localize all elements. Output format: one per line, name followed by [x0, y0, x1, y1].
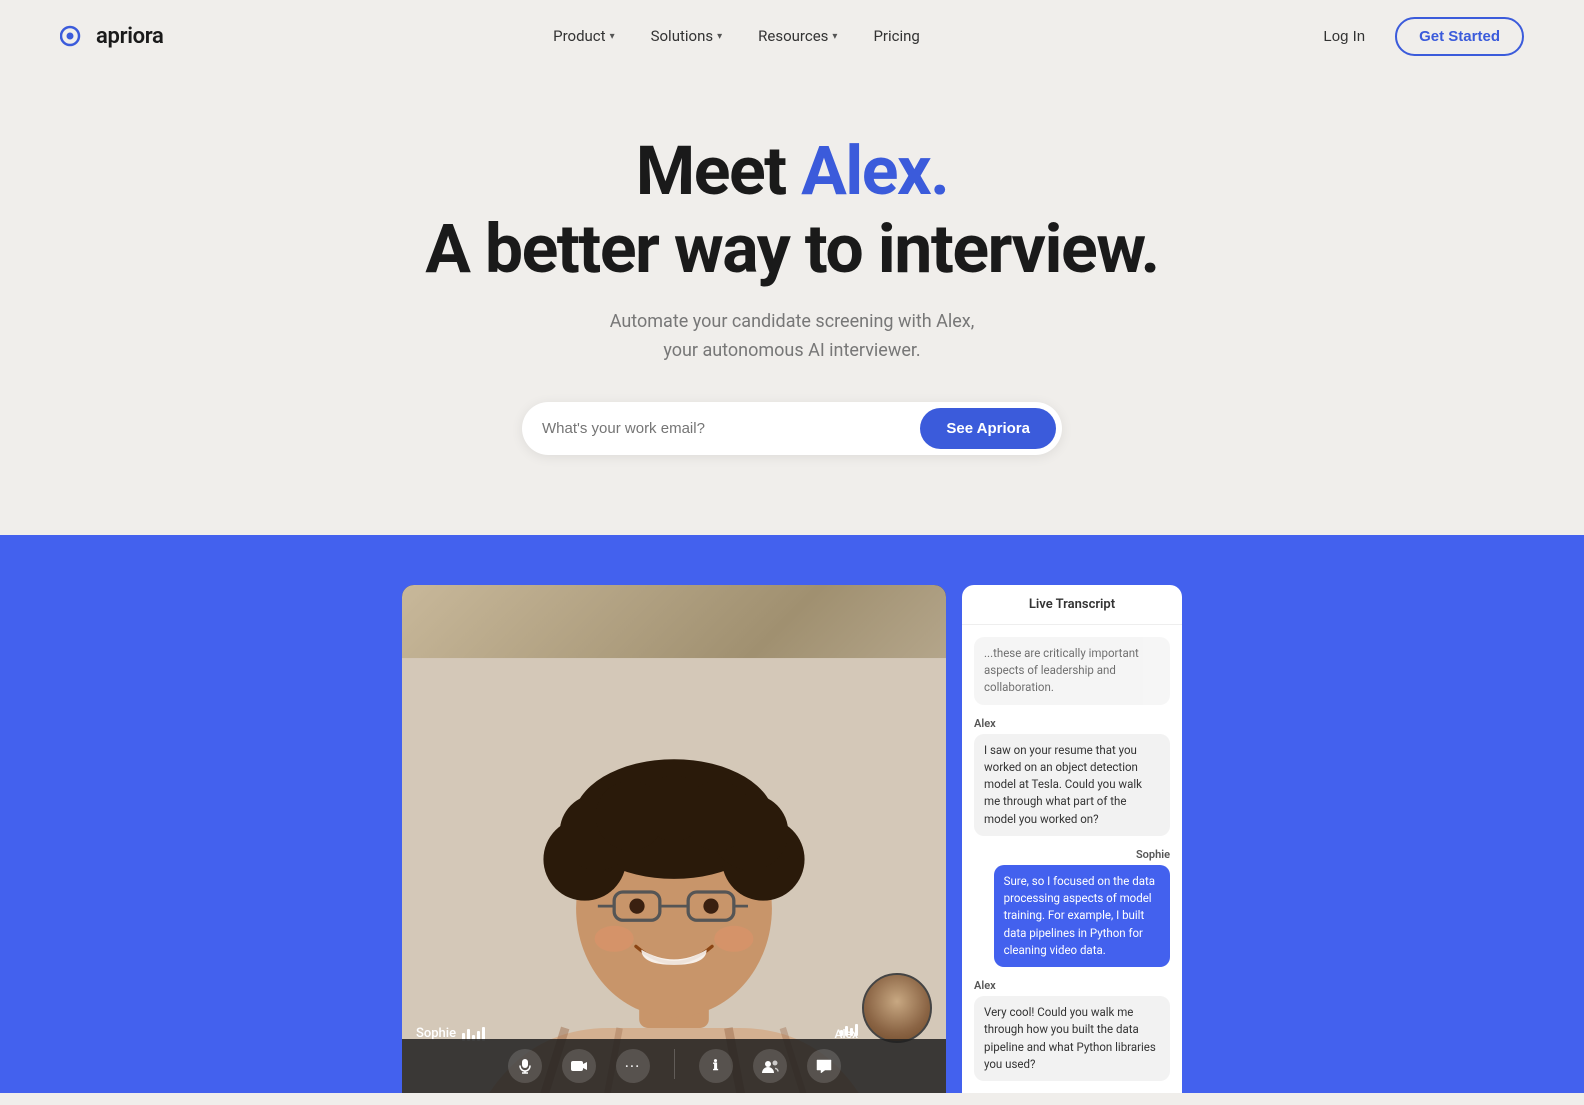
pip-video-alex	[862, 973, 932, 1043]
ai-audio-indicator	[840, 1024, 858, 1036]
nav-actions: Log In Get Started	[1309, 17, 1524, 56]
navbar: apriora Product ▾ Solutions ▾ Resources …	[0, 0, 1584, 72]
nav-product[interactable]: Product ▾	[539, 19, 628, 53]
mic-icon	[517, 1058, 533, 1074]
camera-button[interactable]	[562, 1049, 596, 1083]
hero-cta: See Apriora	[20, 402, 1564, 455]
nav-resources[interactable]: Resources ▾	[744, 19, 851, 53]
transcript-body: ...these are critically important aspect…	[962, 625, 1182, 1093]
hero-description: Automate your candidate screening with A…	[20, 308, 1564, 366]
chevron-down-icon: ▾	[717, 31, 722, 42]
mic-button[interactable]	[508, 1049, 542, 1083]
login-button[interactable]: Log In	[1309, 20, 1379, 53]
info-icon: ℹ	[713, 1058, 718, 1074]
video-controls: ··· ℹ	[402, 1039, 946, 1093]
demo-container: Sophie Alex	[402, 585, 1182, 1093]
transcript-header: Live Transcript	[962, 585, 1182, 625]
chat-button[interactable]	[807, 1049, 841, 1083]
participants-button[interactable]	[753, 1049, 787, 1083]
nav-solutions[interactable]: Solutions ▾	[637, 19, 737, 53]
nav-links: Product ▾ Solutions ▾ Resources ▾ Pricin…	[539, 19, 934, 53]
see-apriora-button[interactable]: See Apriora	[920, 408, 1056, 449]
msg-bubble-alex-1: I saw on your resume that you worked on …	[974, 734, 1170, 836]
video-panel: Sophie Alex	[402, 585, 946, 1093]
hero-section: Meet Alex. A better way to interview. Au…	[0, 72, 1584, 495]
sender-label-alex: Alex	[974, 717, 1170, 730]
logo-link[interactable]: apriora	[60, 22, 164, 50]
sender-label-alex-2: Alex	[974, 979, 1170, 992]
chevron-down-icon: ▾	[832, 31, 837, 42]
info-button[interactable]: ℹ	[699, 1049, 733, 1083]
more-icon: ···	[625, 1057, 641, 1076]
demo-section: Sophie Alex	[0, 535, 1584, 1093]
ai-avatar	[864, 975, 930, 1041]
more-options-button[interactable]: ···	[616, 1049, 650, 1083]
divider	[674, 1049, 675, 1079]
message-sophie: Sophie Sure, so I focused on the data pr…	[974, 848, 1170, 967]
message-alex-1: Alex I saw on your resume that you worke…	[974, 717, 1170, 836]
nav-pricing[interactable]: Pricing	[859, 19, 933, 53]
email-form: See Apriora	[522, 402, 1062, 455]
msg-bubble-sophie: Sure, so I focused on the data processin…	[994, 865, 1170, 967]
message-alex-2: Alex Very cool! Could you walk me throug…	[974, 979, 1170, 1081]
sender-label-sophie: Sophie	[1136, 848, 1170, 861]
people-icon	[761, 1059, 779, 1073]
msg-bubble-alex-2: Very cool! Could you walk me through how…	[974, 996, 1170, 1081]
hero-headline: Meet Alex. A better way to interview.	[20, 132, 1564, 288]
get-started-button[interactable]: Get Started	[1395, 17, 1524, 56]
msg-bubble-clipped: ...these are critically important aspect…	[974, 637, 1170, 705]
logo-icon	[60, 22, 88, 50]
brand-name: apriora	[96, 24, 164, 49]
transcript-panel: Live Transcript ...these are critically …	[962, 585, 1182, 1093]
message-clipped: ...these are critically important aspect…	[974, 637, 1170, 705]
email-input[interactable]	[542, 420, 920, 437]
camera-icon	[570, 1059, 588, 1073]
chevron-down-icon: ▾	[610, 31, 615, 42]
chat-icon	[816, 1059, 832, 1073]
